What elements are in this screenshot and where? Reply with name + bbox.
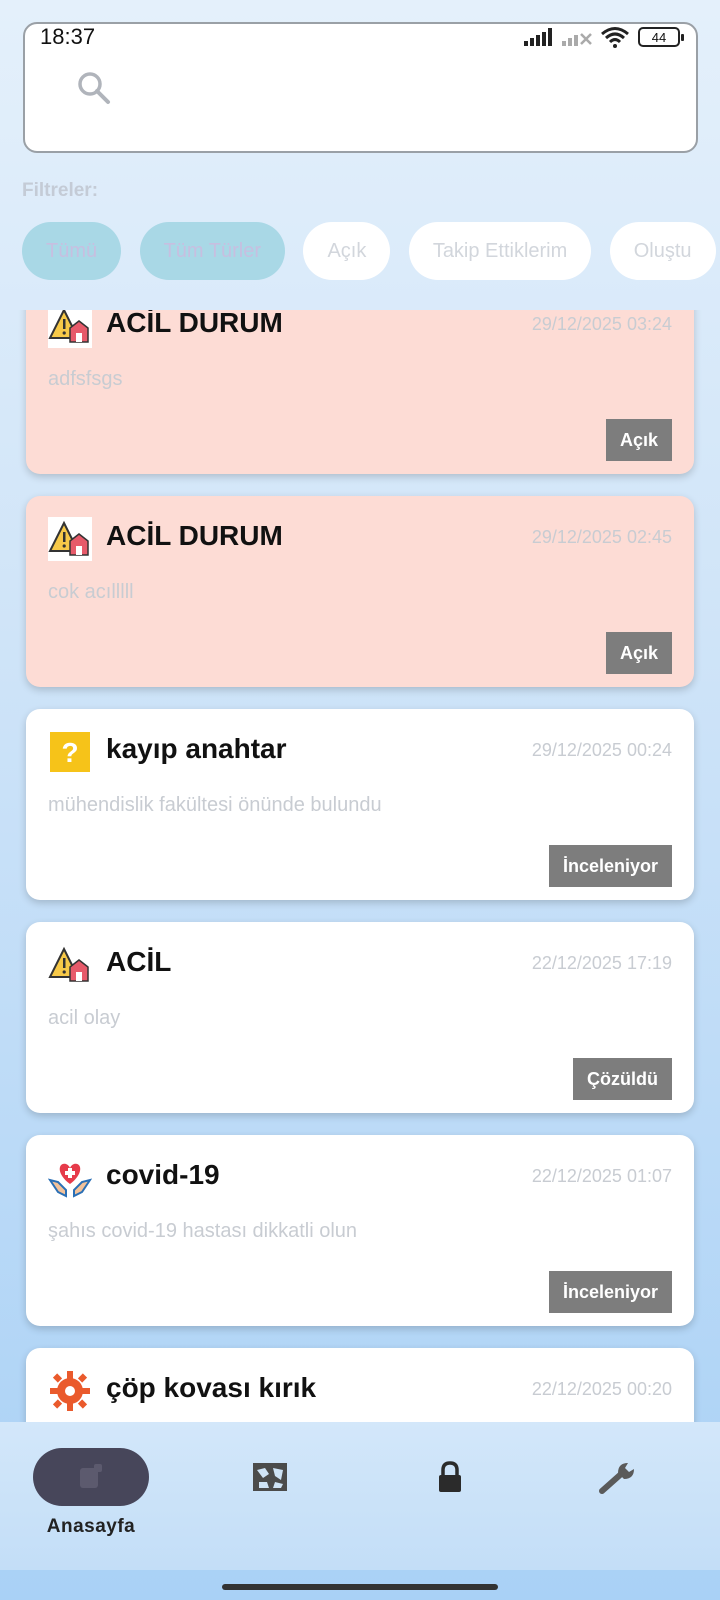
card-description: mühendislik fakültesi önünde bulundu <box>48 794 382 816</box>
filter-chip-all[interactable]: Tümü <box>22 222 122 280</box>
status-badge: İnceleniyor <box>548 845 672 887</box>
home-indicator[interactable] <box>222 1584 498 1590</box>
incident-card[interactable]: ? kayıp anahtar 29/12/2025 00:24 mühendi… <box>26 709 694 900</box>
card-title: covid-19 <box>106 1159 220 1190</box>
nav-label-home: Anasayfa <box>46 1516 136 1537</box>
card-date: 22/12/2025 00:20 <box>531 1379 672 1399</box>
health-care-icon <box>48 1163 92 1198</box>
card-date: 22/12/2025 17:19 <box>531 953 672 973</box>
status-icons: 44 <box>524 26 684 48</box>
emergency-alert-icon <box>48 310 92 348</box>
card-description: adfsfsgs <box>48 368 123 390</box>
card-description: şahıs covid-19 hastası dikkatli olun <box>48 1220 358 1242</box>
filter-chip-all-types[interactable]: Tüm Türler <box>139 222 285 280</box>
filter-chip-created[interactable]: Oluştu <box>609 222 716 280</box>
map-icon <box>253 1463 287 1491</box>
emergency-alert-icon <box>48 517 92 561</box>
card-title: ACİL <box>106 946 172 977</box>
card-date: 22/12/2025 01:07 <box>531 1166 672 1186</box>
nav-item-home[interactable]: Anasayfa <box>31 1448 151 1548</box>
card-title: ACİL DURUM <box>106 520 283 551</box>
bottom-nav: Anasayfa <box>0 1422 720 1570</box>
card-date: 29/12/2025 03:24 <box>531 314 672 334</box>
lock-icon <box>439 1461 461 1492</box>
gear-icon <box>50 1371 90 1411</box>
home-icon <box>80 1464 102 1488</box>
card-description: cok acılllll <box>48 581 134 603</box>
status-time: 18:37 <box>40 24 96 49</box>
card-date: 29/12/2025 00:24 <box>531 740 672 760</box>
card-description: acil olay <box>48 1007 121 1029</box>
incident-card[interactable]: çöp kovası kırık 22/12/2025 00:20 <box>26 1348 694 1422</box>
incident-list[interactable]: ACİL DURUM 29/12/2025 03:24 adfsfsgs Açı… <box>0 310 720 1422</box>
search-icon[interactable] <box>76 70 112 106</box>
signal-off-icon <box>562 33 592 46</box>
incident-card[interactable]: ACİL DURUM 29/12/2025 03:24 adfsfsgs Açı… <box>26 310 694 474</box>
card-date: 29/12/2025 02:45 <box>531 527 672 547</box>
filter-chips: Tümü Tüm Türler Açık Takip Ettiklerim Ol… <box>22 222 720 282</box>
card-title: çöp kovası kırık <box>106 1372 317 1403</box>
wrench-icon <box>599 1463 634 1494</box>
filters-label: Filtreler: <box>22 180 99 201</box>
filter-chip-following[interactable]: Takip Ettiklerim <box>408 222 592 280</box>
question-icon: ? <box>50 732 90 772</box>
status-badge: Açık <box>605 419 672 461</box>
status-badge: İnceleniyor <box>548 1271 672 1313</box>
nav-item-lock[interactable] <box>390 1448 510 1548</box>
filter-chip-open[interactable]: Açık <box>303 222 391 280</box>
svg-text:?: ? <box>61 737 78 768</box>
status-bar: 18:37 44 <box>40 22 684 52</box>
wifi-icon <box>601 27 629 48</box>
incident-card[interactable]: covid-19 22/12/2025 01:07 şahıs covid-19… <box>26 1135 694 1326</box>
card-title: ACİL DURUM <box>106 310 283 338</box>
nav-item-map[interactable] <box>210 1448 330 1548</box>
status-badge: Açık <box>605 632 672 674</box>
emergency-alert-icon <box>48 946 89 982</box>
nav-item-settings[interactable] <box>558 1448 678 1548</box>
card-title: kayıp anahtar <box>106 733 287 764</box>
nav-pill-active[interactable] <box>33 1448 149 1506</box>
signal-icon <box>524 28 552 46</box>
battery-indicator: 44 <box>638 27 684 47</box>
incident-card[interactable]: ACİL DURUM 29/12/2025 02:45 cok acılllll… <box>26 496 694 687</box>
incident-card[interactable]: ACİL 22/12/2025 17:19 acil olay Çözüldü <box>26 922 694 1113</box>
status-badge: Çözüldü <box>573 1058 672 1100</box>
